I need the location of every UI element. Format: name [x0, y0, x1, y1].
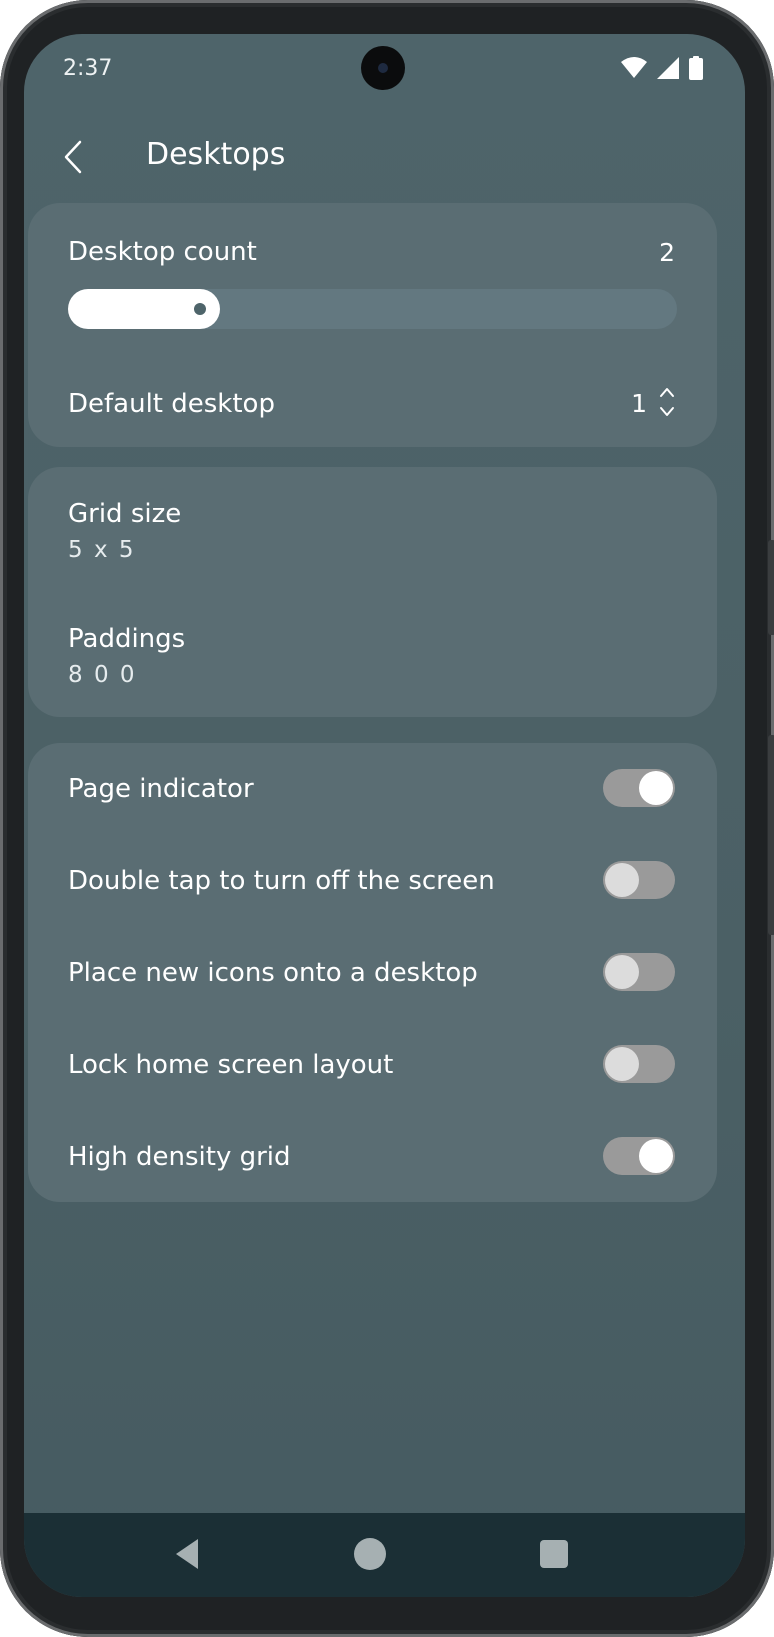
switch-knob	[605, 1047, 639, 1081]
page-title: Desktops	[146, 137, 286, 172]
grid-size-label: Grid size	[68, 499, 182, 529]
cellular-signal-icon	[657, 57, 679, 79]
front-camera	[361, 46, 405, 90]
navigation-bar	[24, 1513, 745, 1597]
desktop-count-value: 2	[659, 238, 675, 267]
screen: 2:37 Desktops Desktop count 2 Default de…	[24, 34, 745, 1597]
grid-settings-card: Grid size 5 x 5 Paddings 8 0 0	[28, 467, 717, 717]
switch-knob	[605, 863, 639, 897]
toggle-label: High density grid	[68, 1142, 291, 1172]
toggle-label: Lock home screen layout	[68, 1050, 394, 1080]
toggle-label: Double tap to turn off the screen	[68, 866, 495, 896]
nav-home-icon[interactable]	[354, 1538, 386, 1570]
default-desktop-value: 1	[631, 389, 647, 418]
status-bar: 2:37	[24, 34, 745, 104]
battery-icon	[689, 56, 703, 80]
status-time: 2:37	[63, 56, 113, 81]
page-indicator-switch[interactable]	[603, 769, 675, 807]
switch-knob	[639, 1139, 673, 1173]
paddings-value: 8 0 0	[68, 662, 137, 688]
up-down-chevron-icon[interactable]	[657, 385, 677, 419]
switch-knob	[605, 955, 639, 989]
toggle-label: Page indicator	[68, 774, 254, 804]
status-icons	[621, 56, 703, 80]
slider-fill	[68, 289, 220, 329]
grid-size-value: 5 x 5	[68, 537, 136, 563]
nav-recents-icon[interactable]	[540, 1540, 568, 1568]
nav-back-icon[interactable]	[174, 1537, 200, 1571]
switch-knob	[639, 771, 673, 805]
default-desktop-label: Default desktop	[68, 389, 275, 419]
back-button[interactable]	[54, 132, 104, 182]
toggle-label: Place new icons onto a desktop	[68, 958, 478, 988]
lock-layout-switch[interactable]	[603, 1045, 675, 1083]
volume-button	[768, 540, 774, 635]
desktop-count-slider[interactable]	[68, 289, 677, 329]
chevron-left-icon	[64, 140, 82, 174]
app-bar: Desktops	[24, 124, 745, 194]
phone-frame: 2:37 Desktops Desktop count 2 Default de…	[0, 0, 774, 1637]
desktop-count-label: Desktop count	[68, 237, 257, 267]
wifi-icon	[621, 57, 647, 78]
paddings-label: Paddings	[68, 624, 186, 654]
toggles-card: Page indicator Double tap to turn off th…	[28, 743, 717, 1202]
desktop-settings-card: Desktop count 2 Default desktop 1	[28, 203, 717, 447]
double-tap-switch[interactable]	[603, 861, 675, 899]
high-density-switch[interactable]	[603, 1137, 675, 1175]
place-new-icons-switch[interactable]	[603, 953, 675, 991]
slider-thumb[interactable]	[194, 303, 206, 315]
power-button	[768, 735, 774, 935]
